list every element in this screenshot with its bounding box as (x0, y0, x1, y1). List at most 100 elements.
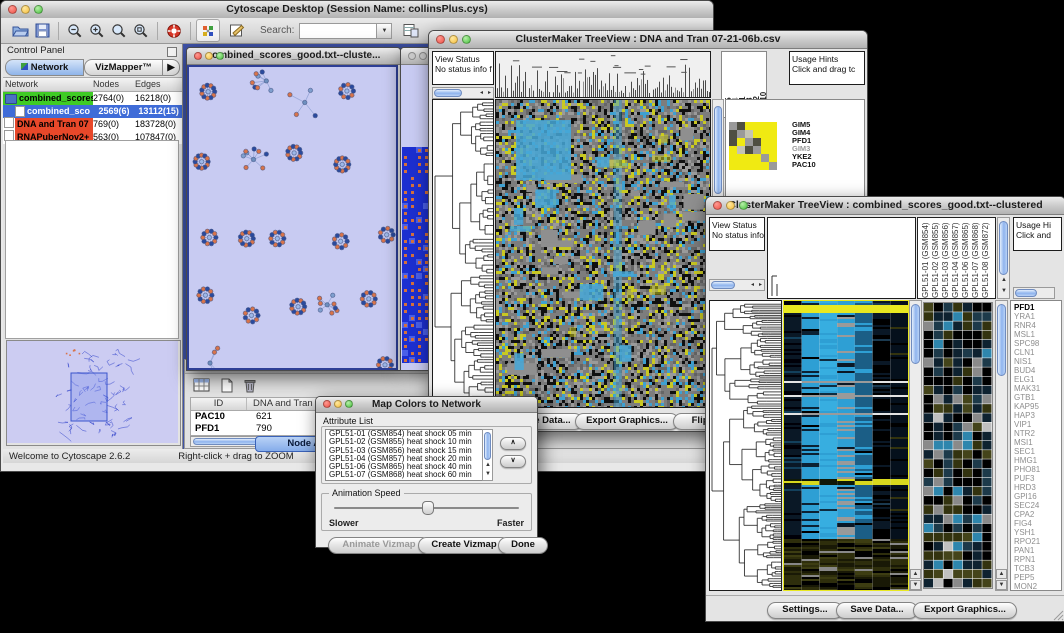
minimize-button[interactable] (419, 52, 427, 60)
gene-label[interactable]: GTB1 (1014, 393, 1061, 402)
scroll-down-button[interactable]: ▼ (910, 580, 921, 590)
id-column-header[interactable]: ID (191, 398, 247, 410)
gene-label[interactable]: FIG4 (1014, 519, 1061, 528)
network-overview-panel[interactable] (6, 340, 181, 446)
tv2-export-graphics-button[interactable]: Export Graphics... (913, 602, 1017, 619)
scroll-left-icon[interactable]: ◂ (480, 88, 483, 99)
gene-label[interactable]: PFD1 (1014, 303, 1061, 312)
zoom-fit-icon[interactable] (108, 20, 130, 41)
zoom-button[interactable] (739, 201, 748, 210)
tv2-save-data-button[interactable]: Save Data... (836, 602, 918, 619)
float-panel-icon[interactable] (167, 47, 177, 57)
help-icon[interactable] (163, 20, 185, 41)
save-session-icon[interactable] (31, 20, 53, 41)
attribute-list-item[interactable]: GPL51-07 (GSM868) heat shock 60 min (329, 471, 485, 479)
tv1-heatmap-canvas[interactable] (496, 100, 710, 407)
minimize-button[interactable] (205, 52, 213, 60)
gene-label[interactable]: GPI16 (1014, 492, 1061, 501)
zoom-button[interactable] (345, 400, 353, 408)
gene-label[interactable]: KAP95 (1014, 402, 1061, 411)
minimize-button[interactable] (21, 5, 30, 14)
gene-label[interactable]: NTR2 (1014, 429, 1061, 438)
tv2-row-dendrogram-pane[interactable] (709, 300, 782, 591)
tv1-status-hscrollbar[interactable]: ◂ ▸ (432, 87, 494, 99)
dialog-titlebar[interactable]: Map Colors to Network (316, 397, 537, 413)
gene-label[interactable]: MON2 (1014, 582, 1061, 591)
scroll-down-icon[interactable]: ▼ (1001, 286, 1007, 297)
network-view-titlebar[interactable]: combined_scores_good.txt--cluste... (187, 48, 400, 65)
zoom-button[interactable] (216, 52, 224, 60)
gene-label[interactable]: MAK31 (1014, 384, 1061, 393)
tv2-labels-vscrollbar[interactable]: ▲ ▼ (997, 217, 1010, 299)
network-graph-canvas[interactable] (187, 65, 398, 370)
gene-label[interactable]: YRA1 (1014, 312, 1061, 321)
column-label[interactable]: GPL51-02 (GSM855) (931, 219, 941, 298)
close-button[interactable] (408, 52, 416, 60)
minimize-button[interactable] (726, 201, 735, 210)
background-network-canvas[interactable] (402, 147, 429, 363)
close-button[interactable] (713, 201, 722, 210)
scrollbar-thumb[interactable] (911, 304, 920, 364)
gene-label[interactable]: NIS1 (1014, 357, 1061, 366)
main-titlebar[interactable]: Cytoscape Desktop (Session Name: collins… (1, 1, 713, 19)
new-attribute-icon[interactable] (220, 378, 234, 399)
gene-label[interactable]: TCB3 (1014, 564, 1061, 573)
tv2-zoom-pane[interactable] (923, 302, 993, 589)
tv2-column-dendrogram-pane[interactable] (767, 217, 916, 299)
create-network-icon[interactable] (196, 19, 220, 42)
column-label[interactable]: GPL51-08 (GSM872) (981, 219, 991, 298)
network-row[interactable]: combined_scores_ 2764(0) 16218(0) (3, 92, 182, 105)
inactive-titlebar[interactable] (401, 48, 431, 65)
gene-label[interactable]: SEC24 (1014, 501, 1061, 510)
tv1-row-dendrogram-pane[interactable] (432, 99, 494, 408)
tv2-settings-button[interactable]: Settings... (767, 602, 843, 619)
gene-label[interactable]: HMG1 (1014, 456, 1061, 465)
done-button[interactable]: Done (498, 537, 548, 554)
tv2-heatmap-vscrollbar[interactable]: ▲ ▼ (909, 300, 922, 591)
delete-attribute-icon[interactable] (243, 378, 257, 399)
search-combobox[interactable]: ▼ (299, 23, 392, 39)
open-session-icon[interactable] (9, 20, 31, 41)
gene-label[interactable]: RPO21 (1014, 537, 1061, 546)
attribute-list-vscrollbar[interactable]: ▲ ▼ (482, 429, 493, 481)
tv2-zoom-vscrollbar[interactable]: ▲ ▼ (995, 300, 1008, 591)
gene-label[interactable]: PAN1 (1014, 546, 1061, 555)
resize-grip[interactable] (1052, 609, 1064, 621)
tab-network[interactable]: Network (5, 59, 84, 76)
tv2-hints-hscrollbar[interactable] (1013, 287, 1055, 299)
scrollbar-thumb[interactable] (714, 106, 722, 194)
tv1-export-graphics-button[interactable]: Export Graphics... (575, 413, 679, 430)
scrollbar-thumb[interactable] (997, 304, 1006, 376)
animate-vizmap-button[interactable]: Animate Vizmap (328, 537, 430, 554)
gene-label[interactable]: VIP1 (1014, 420, 1061, 429)
tv1-correlation-matrix[interactable] (729, 122, 777, 170)
create-vizmap-button[interactable]: Create Vizmap (418, 537, 510, 554)
gene-label[interactable]: PUF3 (1014, 474, 1061, 483)
gene-label[interactable]: HRD3 (1014, 483, 1061, 492)
annotation-icon[interactable] (226, 20, 248, 41)
tv2-heatmap-canvas[interactable] (784, 301, 908, 590)
close-button[interactable] (8, 5, 17, 14)
zoom-in-icon[interactable] (86, 20, 108, 41)
move-attribute-up-button[interactable]: ∧ (500, 437, 526, 450)
attribute-table-icon[interactable] (193, 378, 211, 399)
scrollbar-thumb[interactable] (434, 89, 462, 97)
gene-label[interactable]: HAP3 (1014, 411, 1061, 420)
tv1-row-dendrogram[interactable] (433, 100, 493, 407)
gene-label[interactable]: MSL1 (1014, 330, 1061, 339)
attribute-browser-icon[interactable] (400, 20, 422, 41)
gene-label[interactable]: RPN1 (1014, 555, 1061, 564)
column-label[interactable]: GPL51-01 (GSM854) (921, 219, 931, 298)
close-button[interactable] (194, 52, 202, 60)
network-row-selected[interactable]: combined_sco 2569(6) 13112(15) (3, 105, 182, 118)
close-button[interactable] (436, 35, 445, 44)
minimize-button[interactable] (449, 35, 458, 44)
tv2-heatmap-pane[interactable] (783, 300, 909, 591)
attribute-list[interactable]: GPL51-01 (GSM854) heat shock 05 minGPL51… (325, 429, 486, 481)
scroll-down-icon[interactable]: ▼ (485, 469, 491, 480)
scroll-up-button[interactable]: ▲ (996, 569, 1007, 579)
move-attribute-down-button[interactable]: ∨ (500, 455, 526, 468)
network-row[interactable]: DNA and Tran 07 769(0) 183728(0) (3, 118, 182, 131)
gene-label[interactable]: YSH1 (1014, 528, 1061, 537)
gene-label[interactable]: PEP5 (1014, 573, 1061, 582)
